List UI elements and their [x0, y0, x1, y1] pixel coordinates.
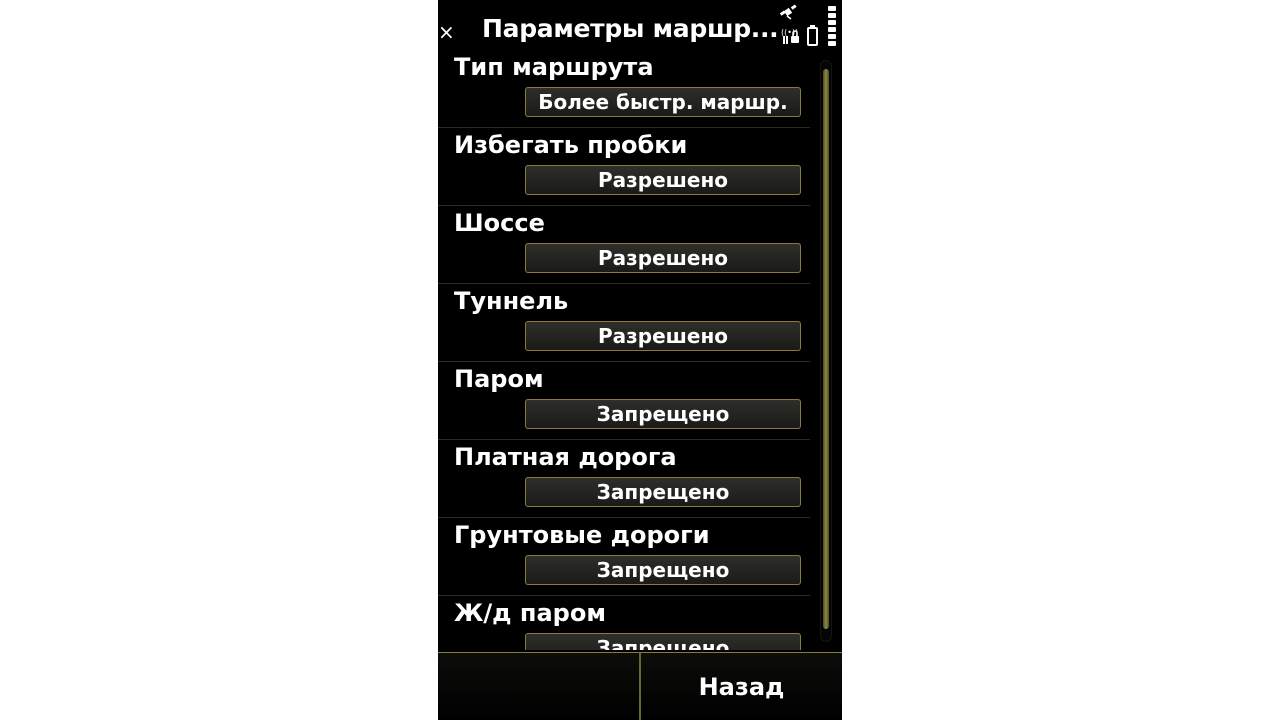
softkey-bar: Назад	[438, 652, 842, 720]
setting-label: Шоссе	[454, 209, 545, 237]
scrollbar[interactable]	[820, 60, 832, 642]
setting-label: Ж/д паром	[454, 599, 606, 627]
back-button[interactable]: Назад	[641, 653, 842, 720]
phone-screen: × Параметры маршр... ((•)) Тип маршрута …	[438, 0, 842, 720]
setting-label: Тип маршрута	[454, 53, 654, 81]
avoid-traffic-selector[interactable]: Разрешено	[525, 165, 801, 195]
setting-label: Избегать пробки	[454, 131, 688, 159]
toll-road-selector[interactable]: Запрещено	[525, 477, 801, 507]
gps-satellite-icon	[779, 4, 797, 20]
rail-ferry-selector[interactable]: Запрещено	[525, 633, 801, 650]
setting-label: Паром	[454, 365, 544, 393]
setting-avoid-traffic: Избегать пробки Разрешено	[438, 128, 810, 206]
highway-selector[interactable]: Разрешено	[525, 243, 801, 273]
page-title: Параметры маршр...	[482, 14, 779, 43]
setting-label: Грунтовые дороги	[454, 521, 710, 549]
battery-level-bars-icon	[828, 6, 836, 46]
setting-highway: Шоссе Разрешено	[438, 206, 810, 284]
ferry-selector[interactable]: Запрещено	[525, 399, 801, 429]
setting-dirt-roads: Грунтовые дороги Запрещено	[438, 518, 810, 596]
status-icons: ((•))	[779, 4, 836, 46]
setting-label: Платная дорога	[454, 443, 677, 471]
title-bar: × Параметры маршр... ((•))	[438, 0, 842, 56]
signal-lock-icon: ((•))	[781, 28, 799, 44]
setting-rail-ferry: Ж/д паром Запрещено	[438, 596, 810, 650]
scrollbar-thumb[interactable]	[823, 69, 829, 629]
left-softkey[interactable]	[438, 653, 641, 720]
status-indicators: ((•))	[778, 0, 842, 54]
setting-tunnel: Туннель Разрешено	[438, 284, 810, 362]
tunnel-selector[interactable]: Разрешено	[525, 321, 801, 351]
route-type-selector[interactable]: Более быстр. маршр.	[525, 87, 801, 117]
battery-icon	[807, 25, 818, 46]
setting-label: Туннель	[454, 287, 569, 315]
svg-text:((•)): ((•))	[781, 28, 798, 37]
setting-route-type: Тип маршрута Более быстр. маршр.	[438, 50, 810, 128]
route-settings-list: Тип маршрута Более быстр. маршр. Избегат…	[438, 50, 810, 650]
setting-toll-road: Платная дорога Запрещено	[438, 440, 810, 518]
close-button[interactable]: ×	[438, 18, 455, 46]
setting-ferry: Паром Запрещено	[438, 362, 810, 440]
dirt-roads-selector[interactable]: Запрещено	[525, 555, 801, 585]
